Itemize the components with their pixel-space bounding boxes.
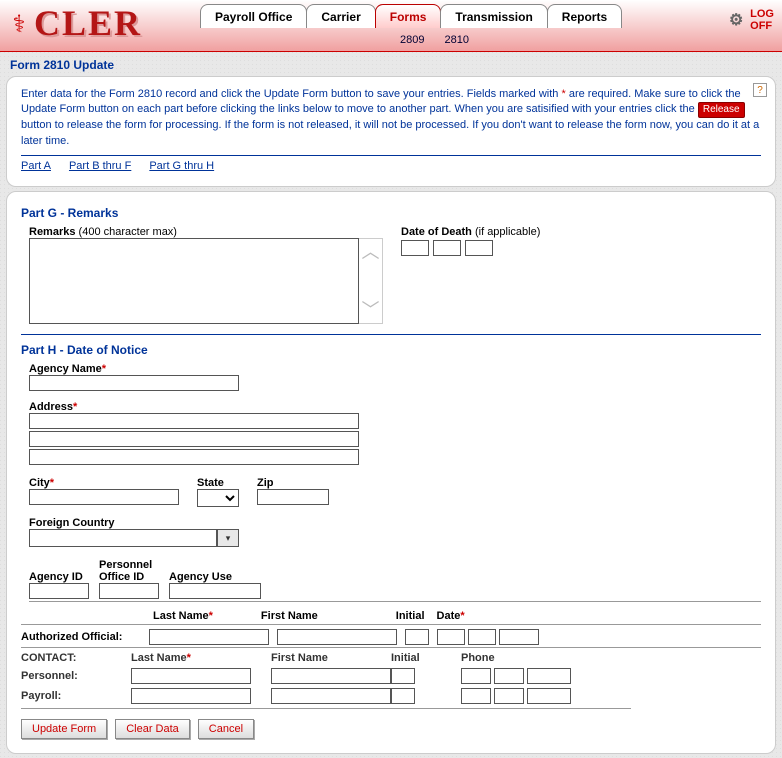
payroll-phone-1[interactable] — [461, 688, 491, 704]
link-part-b-f[interactable]: Part B thru F — [69, 160, 131, 172]
city-label: City* — [29, 477, 179, 489]
subtab-2809[interactable]: 2809 — [400, 34, 424, 46]
auth-first-name-input[interactable] — [277, 629, 397, 645]
link-part-a[interactable]: Part A — [21, 160, 51, 172]
app-header: ⚕ CLER Payroll Office Carrier Forms Tran… — [0, 0, 782, 52]
payroll-last-name[interactable] — [131, 688, 251, 704]
state-label: State — [197, 477, 239, 489]
authorized-official-label: Authorized Official: — [21, 631, 141, 643]
contact-phone-head: Phone — [461, 652, 631, 664]
main-tabs: Payroll Office Carrier Forms Transmissio… — [200, 4, 621, 28]
agency-use-label: Agency Use — [169, 571, 261, 583]
cancel-button[interactable]: Cancel — [198, 719, 254, 739]
foreign-country-input[interactable] — [29, 529, 217, 547]
foreign-country-label: Foreign Country — [29, 517, 761, 529]
remarks-label: Remarks (400 character max) — [29, 226, 383, 238]
tab-forms[interactable]: Forms — [375, 4, 442, 28]
auth-date-yyyy[interactable] — [499, 629, 539, 645]
auth-date-label: Date* — [437, 610, 465, 622]
tab-reports[interactable]: Reports — [547, 4, 622, 28]
link-part-g-h[interactable]: Part G thru H — [149, 160, 214, 172]
tab-payroll-office[interactable]: Payroll Office — [200, 4, 307, 28]
payroll-first-name[interactable] — [271, 688, 391, 704]
form-panel: Part G - Remarks Remarks (400 character … — [6, 191, 776, 754]
payroll-phone-3[interactable] — [527, 688, 571, 704]
chevron-down-icon: ▾ — [226, 533, 231, 544]
payroll-row-label: Payroll: — [21, 690, 121, 702]
contact-label: CONTACT: — [21, 652, 121, 664]
part-g-heading: Part G - Remarks — [21, 206, 761, 220]
scroll-up-icon[interactable]: ︿ — [362, 243, 380, 261]
auth-initial-input[interactable] — [405, 629, 429, 645]
remarks-textarea[interactable] — [29, 238, 359, 324]
forms-subtabs: 2809 2810 — [400, 34, 469, 46]
personnel-office-id-input[interactable] — [99, 583, 159, 599]
dod-yyyy[interactable] — [465, 240, 493, 256]
contact-initial-head: Initial — [391, 652, 451, 664]
instructions-text: Enter data for the Form 2810 record and … — [21, 87, 761, 149]
agency-name-label: Agency Name* — [29, 363, 761, 375]
zip-label: Zip — [257, 477, 329, 489]
gear-icon: ⚙ — [726, 10, 746, 30]
scroll-down-icon[interactable]: ﹀ — [362, 301, 380, 319]
help-icon[interactable]: ? — [753, 83, 767, 97]
app-logo-text: CLER — [34, 2, 142, 44]
personnel-row-label: Personnel: — [21, 670, 121, 682]
auth-initial-label: Initial — [396, 610, 425, 622]
agency-id-input[interactable] — [29, 583, 89, 599]
address-line3[interactable] — [29, 449, 359, 465]
address-line2[interactable] — [29, 431, 359, 447]
personnel-phone-1[interactable] — [461, 668, 491, 684]
agency-id-label: Agency ID — [29, 571, 89, 583]
foreign-country-dropdown-button[interactable]: ▾ — [217, 529, 239, 547]
dod-label: Date of Death (if applicable) — [401, 226, 540, 238]
personnel-office-id-label: PersonnelOffice ID — [99, 559, 159, 583]
personnel-phone-2[interactable] — [494, 668, 524, 684]
zip-input[interactable] — [257, 489, 329, 505]
state-select[interactable] — [197, 489, 239, 507]
payroll-initial[interactable] — [391, 688, 415, 704]
instructions-panel: ? Enter data for the Form 2810 record an… — [6, 76, 776, 187]
personnel-last-name[interactable] — [131, 668, 251, 684]
tab-carrier[interactable]: Carrier — [306, 4, 375, 28]
agency-use-input[interactable] — [169, 583, 261, 599]
tab-transmission[interactable]: Transmission — [440, 4, 547, 28]
part-h-heading: Part H - Date of Notice — [21, 343, 761, 357]
dod-mm[interactable] — [401, 240, 429, 256]
clear-data-button[interactable]: Clear Data — [115, 719, 190, 739]
auth-last-name-input[interactable] — [149, 629, 269, 645]
remarks-scroll: ︿ ﹀ — [359, 238, 383, 324]
auth-last-name-label: Last Name* — [153, 610, 213, 622]
city-input[interactable] — [29, 489, 179, 505]
dod-dd[interactable] — [433, 240, 461, 256]
personnel-phone-3[interactable] — [527, 668, 571, 684]
caduceus-icon: ⚕ — [6, 4, 32, 44]
subtab-2810[interactable]: 2810 — [444, 34, 468, 46]
log-off-button[interactable]: ⚙ LOGOFF — [726, 8, 774, 32]
address-line1[interactable] — [29, 413, 359, 429]
auth-date-dd[interactable] — [468, 629, 496, 645]
contact-grid: CONTACT: Last Name* First Name Initial P… — [21, 652, 761, 709]
update-form-button[interactable]: Update Form — [21, 719, 107, 739]
release-inline-badge: Release — [698, 102, 745, 118]
auth-date-mm[interactable] — [437, 629, 465, 645]
personnel-first-name[interactable] — [271, 668, 391, 684]
address-label: Address* — [29, 401, 761, 413]
personnel-initial[interactable] — [391, 668, 415, 684]
auth-first-name-label: First Name — [261, 610, 318, 622]
contact-first-name-head: First Name — [271, 652, 381, 664]
page-title: Form 2810 Update — [0, 52, 782, 72]
contact-last-name-head: Last Name* — [131, 652, 261, 664]
payroll-phone-2[interactable] — [494, 688, 524, 704]
agency-name-input[interactable] — [29, 375, 239, 391]
part-links: Part A Part B thru F Part G thru H — [21, 155, 761, 172]
